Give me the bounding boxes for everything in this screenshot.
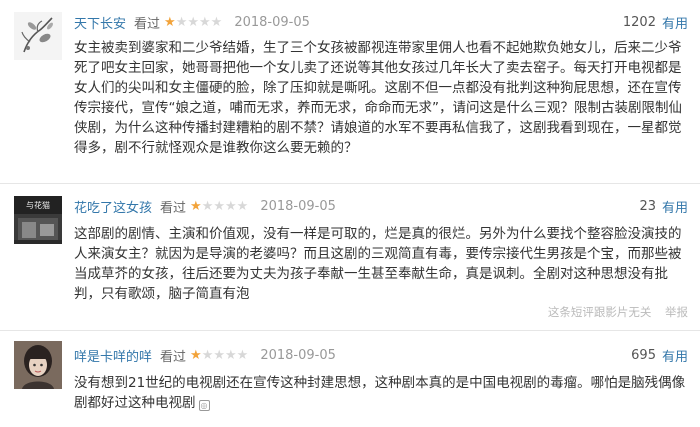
vote-count: 1202 (622, 14, 656, 30)
useful-button[interactable]: 有用 (662, 197, 688, 216)
review-item: 与花猫 花吃了这女孩 看过 ★ ★ ★ ★ ★ 2018-09-05 23 有用 这部剧… (0, 184, 700, 334)
username-link[interactable]: 天下长安 (74, 13, 126, 32)
star-empty-icon: ★ (210, 14, 223, 30)
watched-label: 看过 (160, 200, 187, 216)
star-empty-icon: ★ (201, 347, 214, 363)
avatar[interactable] (14, 341, 62, 389)
emoji-icon: ◎ (198, 400, 210, 411)
star-empty-icon: ★ (225, 347, 237, 363)
avatar[interactable] (14, 12, 62, 60)
svg-text:与花猫: 与花猫 (26, 200, 50, 210)
useful-button[interactable]: 有用 (662, 13, 688, 32)
review-text-content: 没有想到21世纪的电视剧还在宣传这种封建思想，这种剧本真的是中国电视剧的毒瘤。哪… (74, 375, 686, 411)
review-text: 女主被卖到婆家和二少爷结婚，生了三个女孩被鄙视连带家里佣人也看不起她欺负她女儿，… (74, 40, 682, 156)
review-text: 这部剧的剧情、主演和价值观，没有一样是可取的，烂是真的很烂。另外为什么要找个整容… (74, 226, 682, 302)
star-empty-icon: ★ (236, 198, 249, 214)
review-item: 咩是卡咩的咩 看过 ★ ★ ★ ★ ★ 2018-09-05 695 有用 没有想到21… (0, 331, 700, 427)
star-empty-icon: ★ (187, 14, 199, 30)
review-item: 天下长安 看过 ★ ★ ★ ★ ★ 2018-09-05 1202 有用 女主被卖到婆家… (0, 0, 700, 175)
username-link[interactable]: 花吃了这女孩 (74, 197, 152, 216)
watched-label: 看过 (134, 16, 161, 32)
rating-stars: ★ ★ ★ ★ ★ (190, 200, 248, 213)
avatar[interactable]: 与花猫 (14, 196, 62, 244)
star-empty-icon: ★ (213, 198, 225, 214)
username-link[interactable]: 咩是卡咩的咩 (74, 346, 152, 365)
star-empty-icon: ★ (199, 14, 211, 30)
watched-label: 看过 (160, 349, 187, 365)
star-filled-icon: ★ (190, 198, 202, 214)
review-date: 2018-09-05 (260, 347, 336, 363)
review-date: 2018-09-05 (260, 198, 336, 214)
star-empty-icon: ★ (213, 347, 225, 363)
star-filled-icon: ★ (190, 347, 202, 363)
rating-stars: ★ ★ ★ ★ ★ (190, 349, 248, 362)
report-link[interactable]: 举报 (665, 305, 688, 319)
useful-button[interactable]: 有用 (662, 346, 688, 365)
star-filled-icon: ★ (164, 14, 176, 30)
vote-count: 23 (639, 198, 656, 214)
review-date: 2018-09-05 (234, 14, 310, 30)
vote-count: 695 (631, 347, 656, 363)
star-empty-icon: ★ (175, 14, 188, 30)
star-empty-icon: ★ (236, 347, 249, 363)
review-text: 没有想到21世纪的电视剧还在宣传这种封建思想，这种剧本真的是中国电视剧的毒瘤。哪… (74, 373, 690, 413)
star-empty-icon: ★ (201, 198, 214, 214)
rating-stars: ★ ★ ★ ★ ★ (164, 16, 222, 29)
unrelated-report-link[interactable]: 这条短评跟影片无关 (548, 305, 652, 319)
star-empty-icon: ★ (225, 198, 237, 214)
